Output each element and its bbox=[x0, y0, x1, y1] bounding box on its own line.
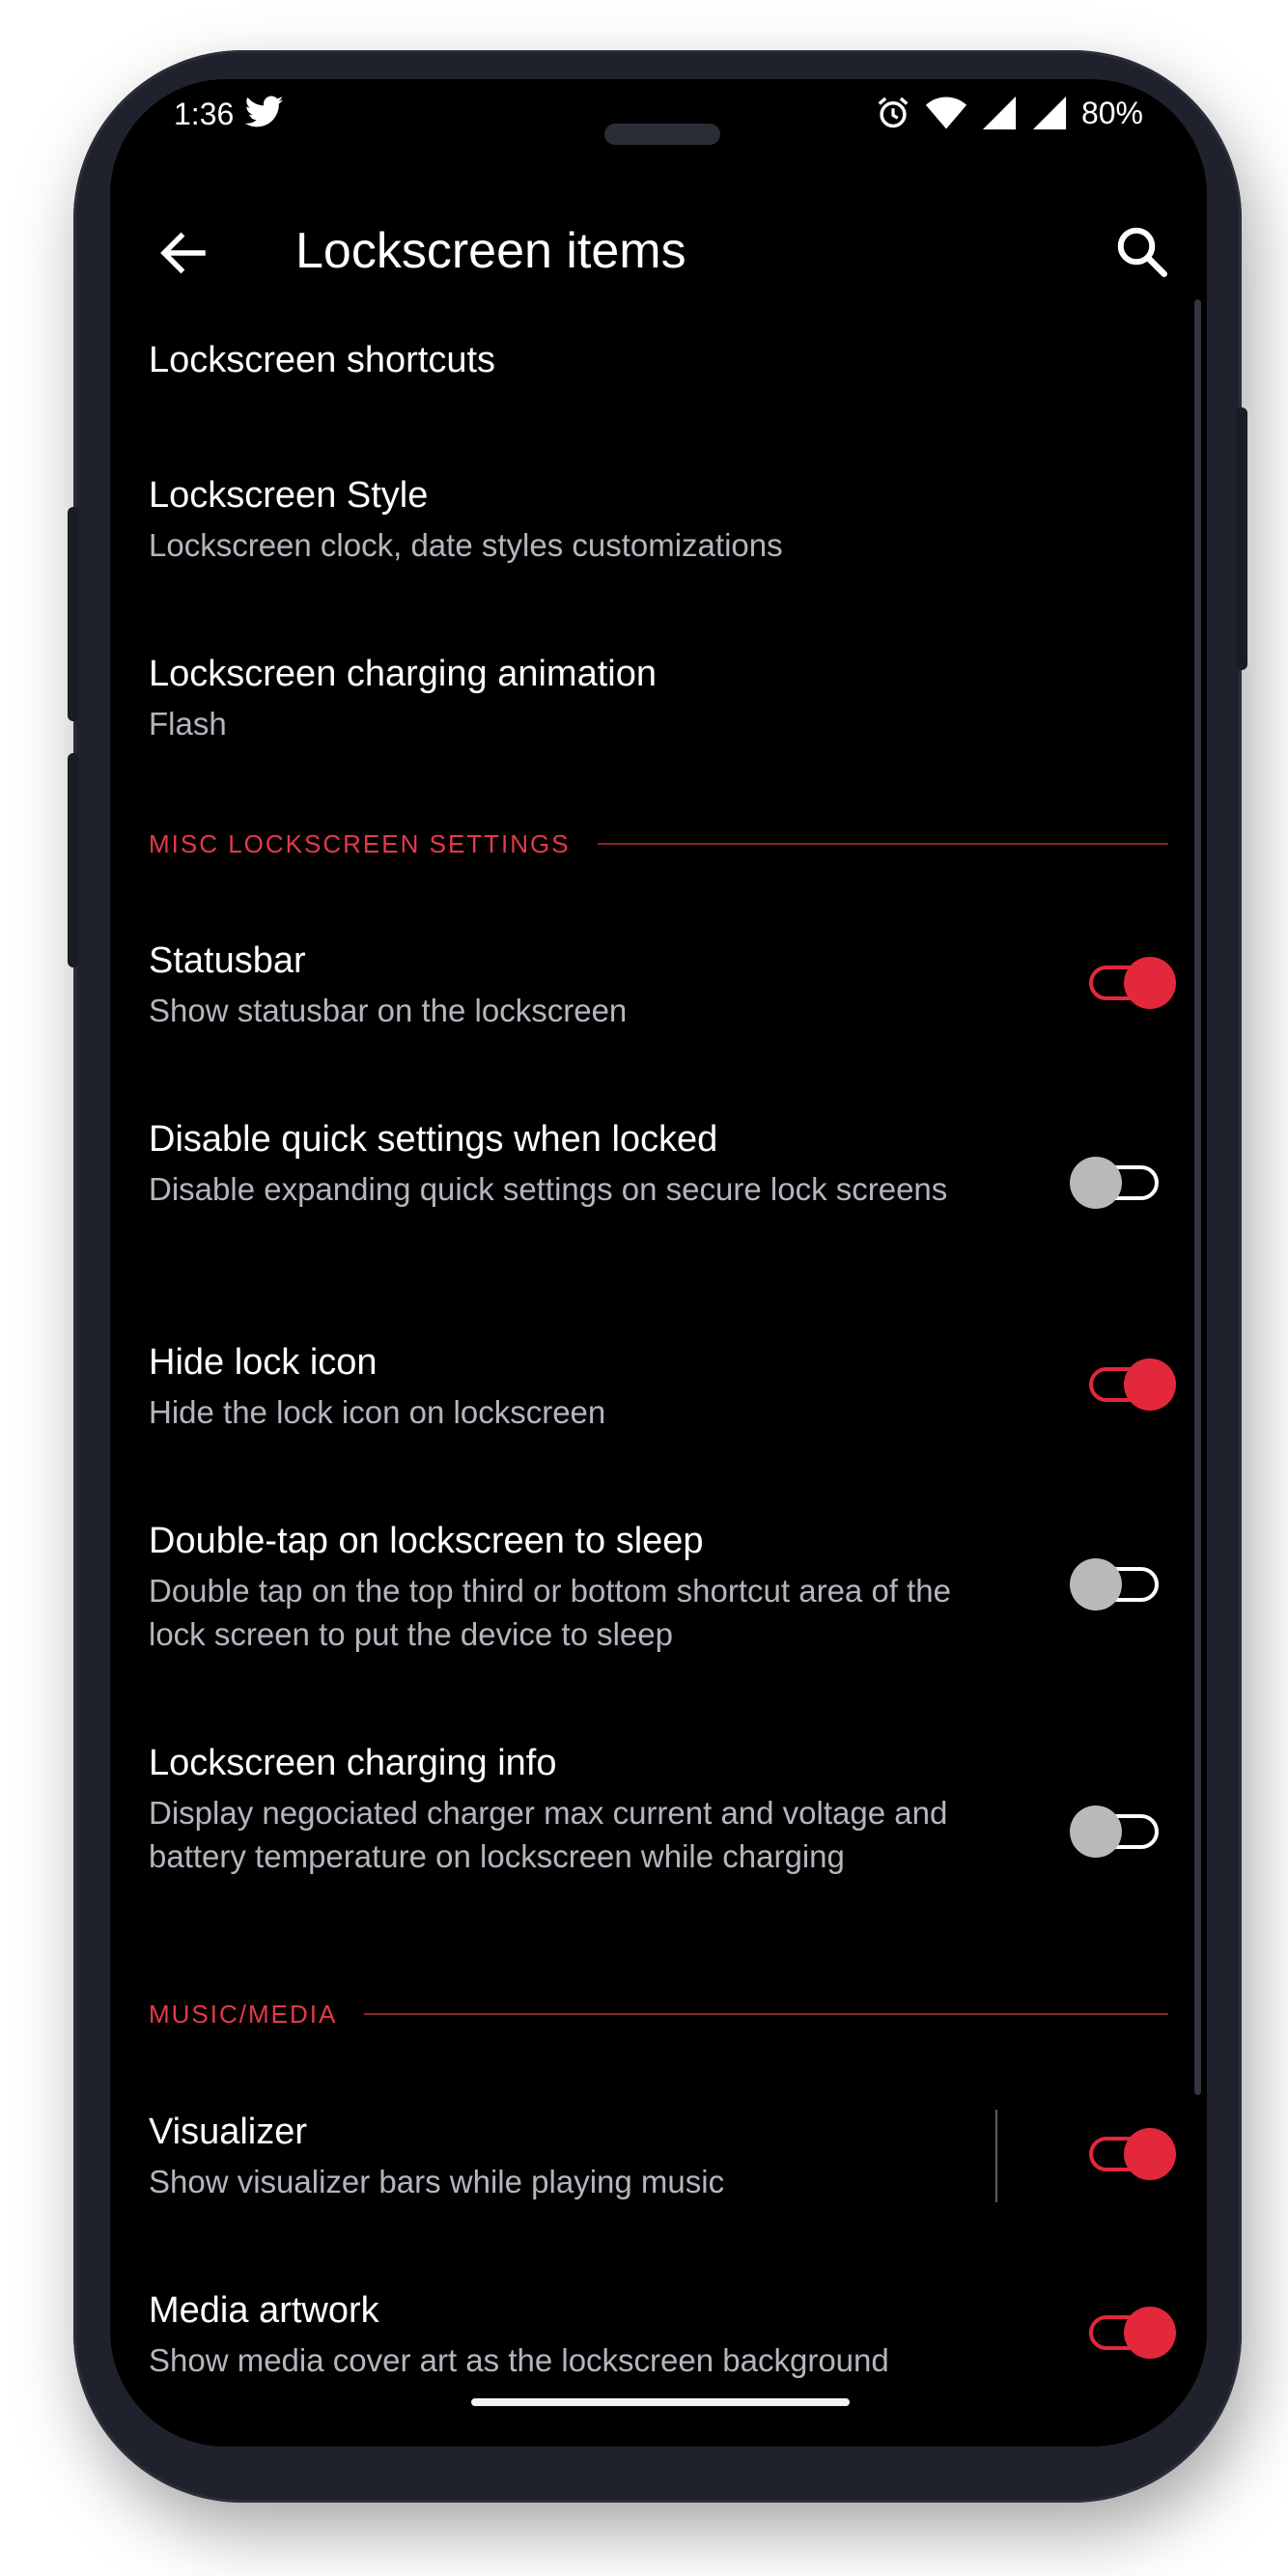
battery-percentage: 80% bbox=[1080, 95, 1143, 130]
double-tap-sleep-toggle[interactable] bbox=[1070, 1557, 1159, 1611]
charging-info-toggle[interactable] bbox=[1070, 1805, 1159, 1859]
wifi-icon bbox=[925, 97, 967, 129]
phone-screen: 1:36 80% Lockscreen items Lockscreen sho… bbox=[110, 79, 1207, 2447]
item-title: Lockscreen shortcuts bbox=[149, 340, 496, 380]
section-divider bbox=[364, 2013, 1168, 2015]
item-title: Lockscreen Style bbox=[149, 475, 429, 516]
scrollbar[interactable] bbox=[1194, 299, 1201, 2095]
signal-icon bbox=[1032, 96, 1067, 130]
arrow-back-icon[interactable] bbox=[154, 224, 212, 282]
section-label: MISC LOCKSCREEN SETTINGS bbox=[149, 828, 571, 858]
list-item-media-artwork[interactable]: Media artwork Show media cover art as th… bbox=[149, 2290, 1176, 2416]
item-subtitle: Flash bbox=[149, 706, 227, 742]
item-subtitle: Display negociated charger max current a… bbox=[149, 1795, 948, 1874]
item-title: Double-tap on lockscreen to sleep bbox=[149, 1521, 704, 1561]
alarm-icon bbox=[878, 97, 909, 128]
item-title: Lockscreen charging info bbox=[149, 1743, 557, 1783]
page-title: Lockscreen items bbox=[295, 223, 686, 279]
list-item-lockscreen-style[interactable]: Lockscreen Style Lockscreen clock, date … bbox=[149, 475, 1168, 601]
statusbar-toggle[interactable] bbox=[1089, 956, 1176, 1010]
disable-quick-settings-toggle[interactable] bbox=[1070, 1156, 1159, 1210]
media-artwork-toggle[interactable] bbox=[1089, 2306, 1176, 2360]
signal-icon bbox=[982, 96, 1017, 130]
item-subtitle: Double tap on the top third or bottom sh… bbox=[149, 1573, 952, 1652]
list-item-charging-info[interactable]: Lockscreen charging info Display negocia… bbox=[149, 1743, 1168, 1965]
section-header-misc: MISC LOCKSCREEN SETTINGS bbox=[149, 825, 1168, 863]
visualizer-toggle[interactable] bbox=[1089, 2127, 1176, 2181]
list-item-hide-lock-icon[interactable]: Hide lock icon Hide the lock icon on loc… bbox=[149, 1342, 1176, 1468]
list-item-disable-quick-settings[interactable]: Disable quick settings when locked Disab… bbox=[149, 1119, 1168, 1293]
volume-down-button bbox=[68, 753, 79, 967]
item-title: Hide lock icon bbox=[149, 1342, 378, 1383]
status-bar: 1:36 80% bbox=[110, 79, 1207, 149]
item-title: Lockscreen charging animation bbox=[149, 654, 657, 694]
section-label: MUSIC/MEDIA bbox=[149, 1999, 338, 2029]
app-bar: Lockscreen items bbox=[110, 195, 1207, 311]
item-subtitle: Show statusbar on the lockscreen bbox=[149, 993, 628, 1028]
list-item-visualizer[interactable]: Visualizer Show visualizer bars while pl… bbox=[149, 2110, 1176, 2237]
item-title: Visualizer bbox=[149, 2112, 308, 2152]
volume-up-button bbox=[68, 507, 79, 721]
item-subtitle: Show visualizer bars while playing music bbox=[149, 2164, 725, 2199]
item-subtitle: Show media cover art as the lockscreen b… bbox=[149, 2342, 889, 2378]
section-header-music-media: MUSIC/MEDIA bbox=[149, 1995, 1168, 2033]
status-time: 1:36 bbox=[174, 97, 235, 131]
list-item-lockscreen-shortcuts[interactable]: Lockscreen shortcuts bbox=[149, 340, 1168, 436]
item-title: Statusbar bbox=[149, 940, 306, 981]
status-icons: 80% bbox=[875, 95, 1143, 131]
list-item-statusbar[interactable]: Statusbar Show statusbar on the lockscre… bbox=[149, 940, 1176, 1066]
search-icon[interactable] bbox=[1112, 222, 1170, 280]
hide-lock-icon-toggle[interactable] bbox=[1089, 1358, 1176, 1412]
item-subtitle: Hide the lock icon on lockscreen bbox=[149, 1394, 606, 1430]
section-divider bbox=[597, 843, 1168, 845]
power-button bbox=[1236, 407, 1247, 670]
vertical-divider bbox=[995, 2110, 997, 2202]
item-subtitle: Disable expanding quick settings on secu… bbox=[149, 1171, 948, 1207]
item-title: Disable quick settings when locked bbox=[149, 1119, 718, 1160]
home-indicator[interactable] bbox=[471, 2398, 850, 2406]
list-item-double-tap-sleep[interactable]: Double-tap on lockscreen to sleep Double… bbox=[149, 1521, 1168, 1694]
list-item-charging-animation[interactable]: Lockscreen charging animation Flash bbox=[149, 654, 1168, 779]
twitter-icon bbox=[245, 96, 284, 127]
item-subtitle: Lockscreen clock, date styles customizat… bbox=[149, 527, 783, 563]
item-title: Media artwork bbox=[149, 2290, 379, 2331]
